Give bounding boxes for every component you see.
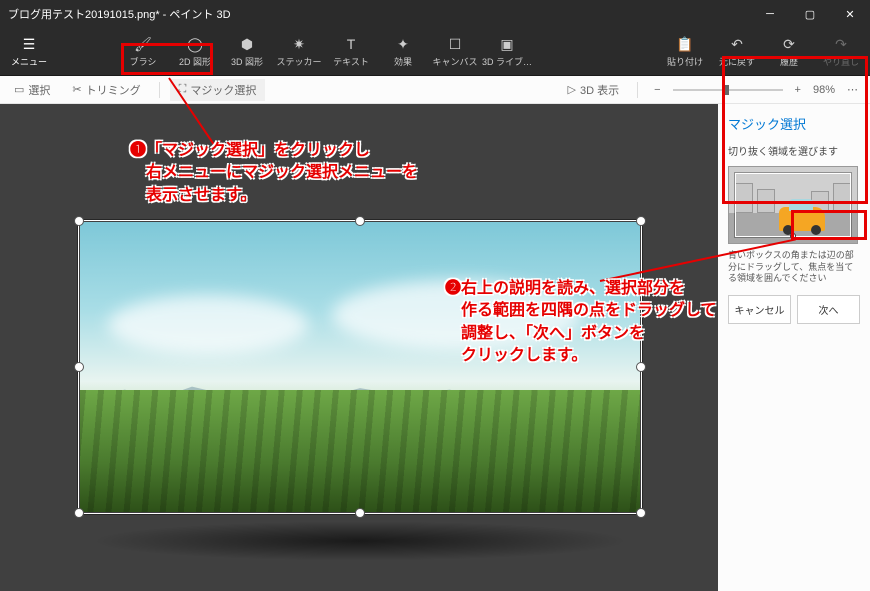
shape3d-icon: ⬢ — [238, 35, 256, 53]
cube-icon: ▣ — [498, 35, 516, 53]
shape2d-icon: ◯ — [186, 35, 204, 53]
crop-tool[interactable]: ✂ トリミング — [64, 80, 148, 100]
tutorial-annotation-2: ❷右上の説明を読み、選択部分を 作る範囲を四隅の点をドラッグして 調整し、「次へ… — [445, 278, 717, 368]
hamburger-icon: ☰ — [20, 35, 38, 53]
next-button[interactable]: 次へ — [797, 295, 860, 324]
redo-button[interactable]: ↷ やり直し — [816, 32, 866, 72]
sidepanel-title: マジック選択 — [728, 114, 860, 133]
zoom-slider[interactable] — [673, 89, 783, 91]
more-button[interactable]: ⋯ — [841, 83, 864, 96]
sidepanel-hint: 切り抜く領域を選びます — [728, 143, 860, 158]
sidepanel-description: 青いボックスの角または辺の部分にドラッグして、焦点を当てる領域を囲んでください — [728, 250, 860, 285]
sidepanel-thumbnail — [728, 166, 858, 244]
sidepanel: マジック選択 切り抜く領域を選びます 青いボックスの角または辺の部分にドラッグし… — [718, 104, 870, 591]
canvas-icon: ☐ — [446, 35, 464, 53]
text-tool[interactable]: T テキスト — [326, 32, 376, 72]
minimize-button[interactable]: ─ — [750, 0, 790, 28]
menu-button[interactable]: ☰ メニュー — [4, 32, 54, 72]
zoom-out-button[interactable]: − — [648, 84, 666, 96]
paste-button[interactable]: 📋 貼り付け — [660, 32, 710, 72]
zoom-in-button[interactable]: + — [789, 84, 807, 96]
undo-button[interactable]: ↶ 元に戻す — [712, 32, 762, 72]
select-tool[interactable]: ▭ 選択 — [6, 80, 58, 100]
brush-tool[interactable]: 🖌 ブラシ — [118, 32, 168, 72]
brush-icon: 🖌 — [134, 35, 152, 53]
shape2d-tool[interactable]: ◯ 2D 図形 — [170, 32, 220, 72]
subtoolbar: ▭ 選択 ✂ トリミング ⛶ マジック選択 ▷ 3D 表示 − + 98% ⋯ — [0, 76, 870, 104]
lib3d-tool[interactable]: ▣ 3D ライブ… — [482, 32, 532, 72]
pointer-icon: ▭ — [14, 83, 24, 96]
close-button[interactable]: ✕ — [830, 0, 870, 28]
crop-icon: ✂ — [72, 83, 81, 96]
effect-icon: ✦ — [394, 35, 412, 53]
magic-select-tool[interactable]: ⛶ マジック選択 — [170, 79, 266, 101]
sticker-tool[interactable]: ✷ ステッカー — [274, 32, 324, 72]
view3d-toggle[interactable]: ▷ 3D 表示 — [560, 80, 628, 100]
titlebar: ブログ用テスト20191015.png* - ペイント 3D ─ ▢ ✕ — [0, 0, 870, 28]
paste-icon: 📋 — [676, 35, 694, 53]
history-icon: ⟳ — [780, 35, 798, 53]
sticker-icon: ✷ — [290, 35, 308, 53]
tutorial-annotation-1: ❶「マジック選択」をクリックし 右メニューにマジック選択メニューを 表示させます… — [130, 140, 418, 207]
shape3d-tool[interactable]: ⬢ 3D 図形 — [222, 32, 272, 72]
history-button[interactable]: ⟳ 履歴 — [764, 32, 814, 72]
canvas-tool[interactable]: ☐ キャンバス — [430, 32, 480, 72]
play-icon: ▷ — [568, 83, 576, 96]
undo-icon: ↶ — [728, 35, 746, 53]
menu-label: メニュー — [11, 55, 47, 68]
text-icon: T — [342, 35, 360, 53]
redo-icon: ↷ — [832, 35, 850, 53]
cancel-button[interactable]: キャンセル — [728, 295, 791, 324]
maximize-button[interactable]: ▢ — [790, 0, 830, 28]
ribbon: ☰ メニュー 🖌 ブラシ ◯ 2D 図形 ⬢ 3D 図形 ✷ ステッカー T テ… — [0, 28, 870, 76]
window-title: ブログ用テスト20191015.png* - ペイント 3D — [0, 6, 750, 22]
effect-tool[interactable]: ✦ 効果 — [378, 32, 428, 72]
zoom-value: 98% — [813, 84, 835, 96]
